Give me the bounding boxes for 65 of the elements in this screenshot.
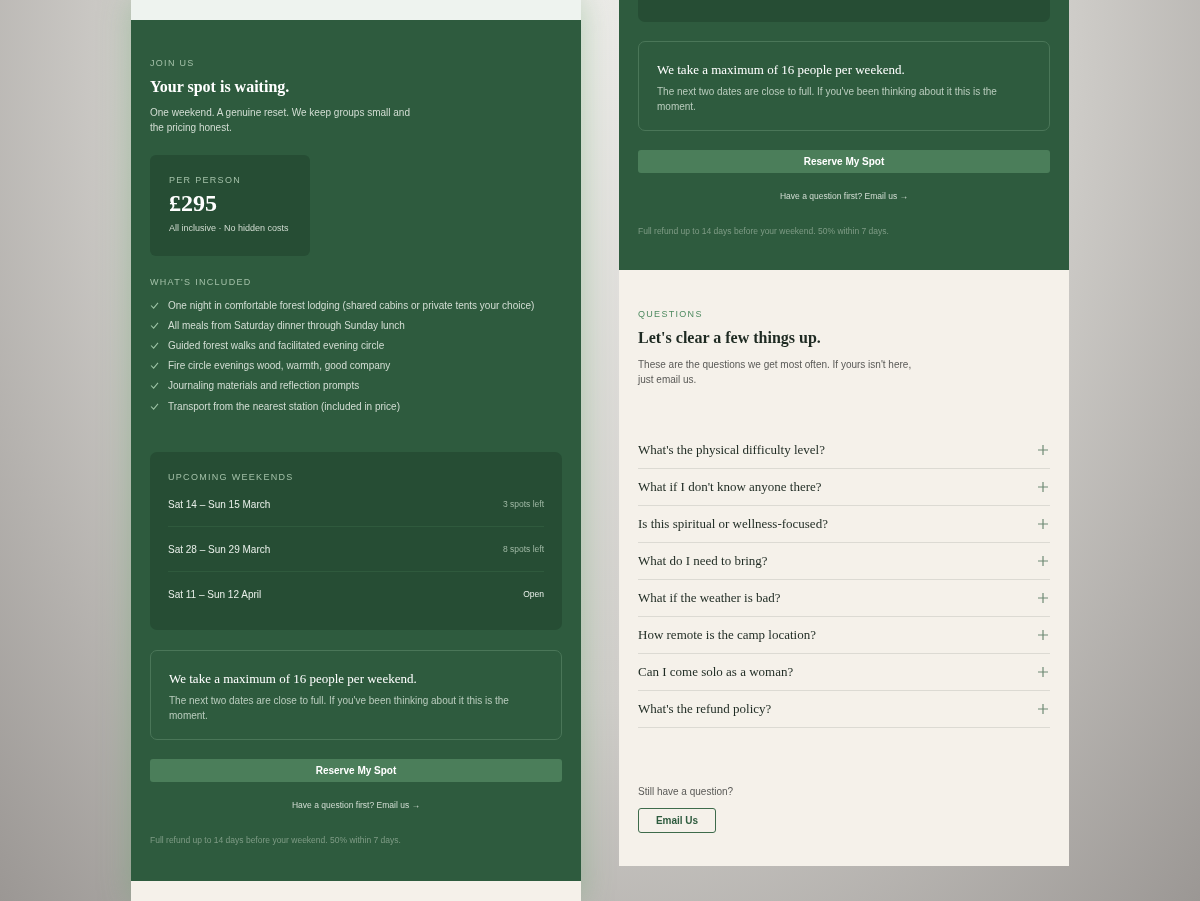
- included-item: Guided forest walks and facilitated evening circle: [168, 339, 385, 351]
- weekends-label: UPCOMING WEEKENDS: [168, 472, 295, 483]
- section-heading: Your spot is waiting.: [150, 78, 291, 96]
- included-item: Fire circle evenings wood, warmth, good company: [168, 360, 391, 372]
- included-label: WHAT'S INCLUDED: [150, 277, 253, 287]
- faq-question[interactable]: How remote is the camp location?: [638, 627, 816, 643]
- weekend-status: 3 spots left: [502, 499, 544, 510]
- weekend-status: 8 spots left: [502, 544, 544, 555]
- section-eyebrow: JOIN US: [150, 58, 196, 68]
- check-icon: [150, 402, 159, 410]
- price-label: PER PERSON: [169, 175, 242, 185]
- plus-icon[interactable]: [1038, 593, 1048, 603]
- note-text: The next two dates are close to full. If you've been thinking about it this is the moment.: [657, 85, 998, 114]
- plus-icon[interactable]: [1038, 445, 1048, 455]
- included-item: Journaling materials and reflection prompts: [168, 380, 360, 392]
- faq-question[interactable]: Is this spiritual or wellness-focused?: [638, 516, 828, 532]
- check-icon: [150, 341, 159, 349]
- faq-question[interactable]: What if I don't know anyone there?: [638, 479, 822, 495]
- faq-item[interactable]: Is this spiritual or wellness-focused?: [638, 506, 1050, 543]
- weekend-dates: Sat 11 – Sun 12 April: [168, 588, 262, 600]
- faq-item[interactable]: What if I don't know anyone there?: [638, 469, 1050, 506]
- plus-icon[interactable]: [1038, 556, 1048, 566]
- price-note: All inclusive · No hidden costs: [169, 223, 290, 233]
- plus-icon[interactable]: [1038, 667, 1048, 677]
- plus-icon[interactable]: [1038, 630, 1048, 640]
- section-eyebrow: QUESTIONS: [638, 309, 704, 319]
- email-link[interactable]: Have a question first? Email us →: [292, 800, 420, 811]
- faq-item[interactable]: How remote is the camp location?: [638, 617, 1050, 654]
- included-item: All meals from Saturday dinner through Sunday lunch: [168, 319, 405, 331]
- plus-icon[interactable]: [1038, 704, 1048, 714]
- faq-item[interactable]: Can I come solo as a woman?: [638, 654, 1050, 691]
- faq-question[interactable]: Can I come solo as a woman?: [638, 664, 794, 680]
- email-button[interactable]: Email Us: [638, 808, 716, 833]
- faq-item[interactable]: What's the physical difficulty level?: [638, 432, 1050, 469]
- plus-icon[interactable]: [1038, 519, 1048, 529]
- check-icon: [150, 382, 159, 390]
- check-icon: [150, 362, 159, 370]
- faq-item[interactable]: What's the refund policy?: [638, 691, 1050, 728]
- refund-note: Full refund up to 14 days before your weekend. 50% within 7 days.: [638, 226, 890, 236]
- faq-question[interactable]: What if the weather is bad?: [638, 590, 781, 606]
- price-value: £295: [169, 190, 218, 217]
- faq-question[interactable]: What's the refund policy?: [638, 701, 772, 717]
- email-link[interactable]: Have a question first? Email us →: [780, 191, 908, 201]
- faq-question[interactable]: What do I need to bring?: [638, 553, 768, 569]
- intro-text: One weekend. A genuine reset. We keep groups small and the pricing honest.: [150, 106, 411, 135]
- included-item: One night in comfortable forest lodging (shared cabins or private tents your choice): [168, 299, 535, 311]
- still-question-text: Still have a question?: [638, 786, 735, 797]
- weekend-dates: Sat 28 – Sun 29 March: [168, 543, 271, 555]
- note-title: We take a maximum of 16 people per weekend.: [169, 671, 418, 688]
- section-heading: Let's clear a few things up.: [638, 329, 822, 347]
- check-icon: [150, 321, 159, 329]
- plus-icon[interactable]: [1038, 482, 1048, 492]
- reserve-button[interactable]: Reserve My Spot: [638, 150, 1050, 173]
- note-text: The next two dates are close to full. If you've been thinking about it this is the moment.: [169, 694, 510, 724]
- check-icon: [150, 301, 159, 309]
- refund-note: Full refund up to 14 days before your weekend. 50% within 7 days.: [150, 835, 402, 846]
- faq-item[interactable]: What if the weather is bad?: [638, 580, 1050, 617]
- weekend-dates: Sat 14 – Sun 15 March: [168, 498, 271, 510]
- reserve-button[interactable]: Reserve My Spot: [150, 759, 562, 783]
- intro-text: These are the questions we get most often. If yours isn't here, just email us.: [638, 358, 913, 387]
- included-item: Transport from the nearest station (included in price): [168, 400, 400, 412]
- weekend-status: Open: [523, 589, 544, 600]
- faq-item[interactable]: What do I need to bring?: [638, 543, 1050, 580]
- faq-question[interactable]: What's the physical difficulty level?: [638, 442, 825, 458]
- note-title: We take a maximum of 16 people per weekend.: [657, 62, 906, 78]
